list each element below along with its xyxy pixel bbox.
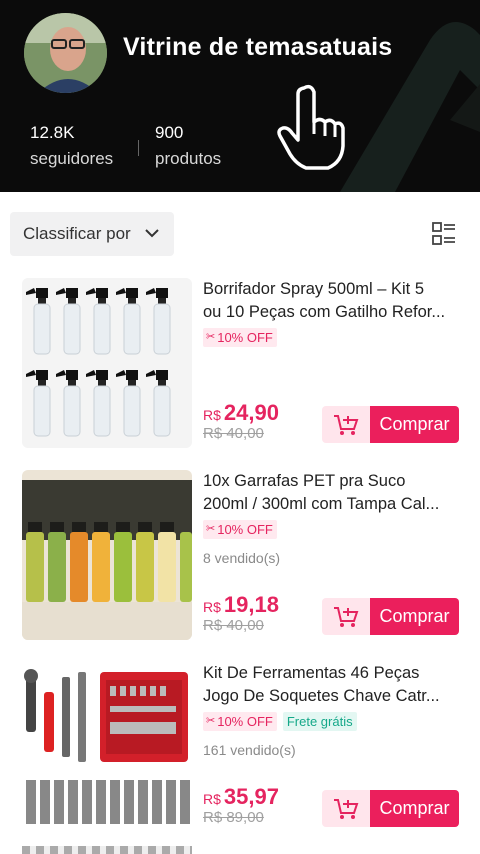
- product-image-tool-kit[interactable]: [22, 662, 192, 832]
- tool-kit-image-icon: [22, 662, 192, 832]
- ticket-icon: ✂: [206, 715, 216, 727]
- followers-stat[interactable]: 12.8K seguidores: [30, 120, 113, 172]
- spray-bottles-image-icon: [22, 278, 192, 448]
- sort-label: Classificar por: [23, 224, 131, 243]
- product-title-line-1: Borrifador Spray 500ml – Kit 5: [203, 280, 425, 298]
- currency-symbol: R$: [203, 407, 221, 423]
- list-view-icon[interactable]: [432, 222, 456, 246]
- sold-count: 161 vendido(s): [203, 742, 296, 758]
- product-card[interactable]: 10x Garrafas PET pra Suco 200ml / 300ml …: [0, 462, 480, 654]
- pet-bottles-image-icon: [22, 470, 192, 640]
- add-to-cart-button[interactable]: [322, 790, 370, 827]
- products-count: 900: [155, 123, 184, 142]
- stat-divider: [138, 140, 139, 156]
- price-value: 19,18: [223, 592, 279, 617]
- free-shipping-badge: Frete grátis: [282, 712, 357, 731]
- discount-badge: ✂ 10% OFF: [203, 712, 277, 731]
- price-value: 35,97: [223, 784, 279, 809]
- old-price: R$ 40,00: [203, 617, 264, 634]
- product-badges: ✂ 10% OFF Frete grátis: [203, 712, 357, 732]
- product-title-line-2: Jogo De Soquetes Chave Catr...: [203, 687, 440, 705]
- followers-label: seguidores: [30, 149, 114, 168]
- price: R$ 24,90: [203, 400, 279, 426]
- price-value: 24,90: [223, 400, 279, 425]
- price: R$ 35,97: [203, 784, 279, 810]
- discount-label: 10% OFF: [217, 714, 273, 729]
- shop-header: Vitrine de temasatuais 12.8K seguidores …: [0, 0, 480, 192]
- shop-avatar[interactable]: [24, 13, 107, 93]
- product-title[interactable]: Kit De Ferramentas 46 Peças Jogo De Soqu…: [203, 662, 465, 708]
- ticket-icon: ✂: [206, 331, 216, 343]
- ticket-icon: ✂: [206, 523, 216, 535]
- product-badges: ✂ 10% OFF: [203, 520, 277, 540]
- add-to-cart-icon: [334, 798, 359, 819]
- product-title-line-2: 200ml / 300ml com Tampa Cal...: [203, 495, 440, 513]
- shop-name: Vitrine de temasatuais: [123, 33, 393, 61]
- product-title[interactable]: Borrifador Spray 500ml – Kit 5 ou 10 Peç…: [203, 278, 465, 324]
- add-to-cart-button[interactable]: [322, 406, 370, 443]
- product-badges: ✂ 10% OFF: [203, 328, 277, 348]
- products-stat[interactable]: 900 produtos: [155, 120, 221, 172]
- discount-label: 10% OFF: [217, 522, 273, 537]
- products-label: produtos: [155, 149, 222, 168]
- product-card[interactable]: Borrifador Spray 500ml – Kit 5 ou 10 Peç…: [0, 270, 480, 462]
- followers-count: 12.8K: [30, 123, 75, 142]
- currency-symbol: R$: [203, 599, 221, 615]
- buy-button[interactable]: Comprar: [370, 598, 459, 635]
- sold-count: 8 vendido(s): [203, 550, 281, 566]
- sort-dropdown[interactable]: Classificar por: [10, 212, 174, 256]
- old-price: R$ 40,00: [203, 425, 264, 442]
- product-title-line-1: Kit De Ferramentas 46 Peças: [203, 664, 420, 682]
- price: R$ 19,18: [203, 592, 279, 618]
- sort-bar: Classificar por: [0, 192, 480, 264]
- next-product-image-peek: [22, 846, 192, 854]
- product-title-line-2: ou 10 Peças com Gatilho Refor...: [203, 303, 446, 321]
- discount-badge: ✂ 10% OFF: [203, 520, 277, 539]
- discount-label: 10% OFF: [217, 330, 273, 345]
- product-image-pet-bottles[interactable]: [22, 470, 192, 640]
- add-to-cart-button[interactable]: [322, 598, 370, 635]
- buy-button[interactable]: Comprar: [370, 790, 459, 827]
- product-title[interactable]: 10x Garrafas PET pra Suco 200ml / 300ml …: [203, 470, 465, 516]
- discount-badge: ✂ 10% OFF: [203, 328, 277, 347]
- pointing-hand-icon: [277, 84, 345, 170]
- add-to-cart-icon: [334, 414, 359, 435]
- avatar-photo-icon: [24, 13, 107, 93]
- buy-button[interactable]: Comprar: [370, 406, 459, 443]
- product-card[interactable]: Kit De Ferramentas 46 Peças Jogo De Soqu…: [0, 654, 480, 846]
- old-price: R$ 89,00: [203, 809, 264, 826]
- currency-symbol: R$: [203, 791, 221, 807]
- product-image-spray-bottles[interactable]: [22, 278, 192, 448]
- add-to-cart-icon: [334, 606, 359, 627]
- product-title-line-1: 10x Garrafas PET pra Suco: [203, 472, 406, 490]
- chevron-down-icon: [145, 229, 159, 238]
